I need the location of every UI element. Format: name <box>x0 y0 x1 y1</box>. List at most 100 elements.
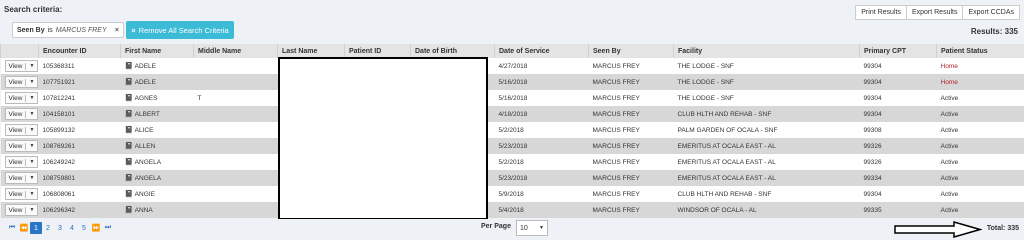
view-cell: View ▼ <box>0 202 39 218</box>
first-name-cell: 📓 ANGELA <box>120 154 194 170</box>
primary-cpt-cell: 99308 <box>859 122 937 138</box>
chip-key: Seen By <box>17 26 45 34</box>
column-header-primary-cpt[interactable]: Primary CPT <box>859 44 937 58</box>
column-header-middle-name[interactable]: Middle Name <box>193 44 278 58</box>
view-button[interactable]: View ▼ <box>4 92 39 104</box>
view-button[interactable]: View ▼ <box>4 172 39 184</box>
view-button[interactable]: View ▼ <box>4 108 39 120</box>
note-icon[interactable]: 📓 <box>125 191 134 198</box>
table-footer: ⏮ ⏪ 1 2 3 4 5 ⏩ ⏭ Per Page 10 ▼ Total: 3… <box>0 219 1024 240</box>
page-link[interactable]: 5 <box>78 222 90 234</box>
seen-by-cell: MARCUS FREY <box>588 170 674 186</box>
arrow-annotation-icon <box>894 221 982 238</box>
view-button[interactable]: View ▼ <box>4 188 39 200</box>
column-header-date-of-service[interactable]: Date of Service <box>494 44 589 58</box>
column-header-patient-id[interactable]: Patient ID <box>344 44 411 58</box>
export-results-button[interactable]: Export Results <box>905 5 964 20</box>
pagination: ⏮ ⏪ 1 2 3 4 5 ⏩ ⏭ <box>6 222 114 234</box>
first-name: ANGELA <box>134 159 162 166</box>
per-page-select[interactable]: 10 ▼ <box>516 220 548 236</box>
seen-by-cell: MARCUS FREY <box>588 154 674 170</box>
date-of-service-cell: 5/16/2018 <box>494 90 589 106</box>
column-header-patient-status[interactable]: Patient Status <box>936 44 1024 58</box>
first-name: ANGIE <box>134 191 155 198</box>
first-name: AGNES <box>134 95 158 102</box>
note-icon[interactable]: 📓 <box>125 95 134 102</box>
column-header-first-name[interactable]: First Name <box>120 44 194 58</box>
prev-page-icon[interactable]: ⏪ <box>18 222 30 234</box>
view-button[interactable]: View ▼ <box>4 204 39 216</box>
remove-all-criteria-button[interactable]: × Remove All Search Criteria <box>126 21 234 39</box>
patient-status-cell: Active <box>936 186 1024 202</box>
export-ccdas-button[interactable]: Export CCDAs <box>962 5 1020 20</box>
table-row[interactable]: View ▼ 106808061 📓 ANGIE 5/9/2018 MARCUS FREY… <box>0 186 1024 202</box>
first-page-icon[interactable]: ⏮ <box>6 222 18 234</box>
view-label: View <box>6 158 27 166</box>
note-icon[interactable]: 📓 <box>125 79 134 86</box>
print-results-button[interactable]: Print Results <box>855 5 907 20</box>
middle-name-cell <box>193 122 278 138</box>
middle-name-cell <box>193 74 278 90</box>
encounter-id-cell: 106249242 <box>38 154 121 170</box>
table-row[interactable]: View ▼ 105899132 📓 ALICE 5/2/2018 MARCUS FREY… <box>0 122 1024 138</box>
note-icon[interactable]: 📓 <box>125 143 134 150</box>
view-button[interactable]: View ▼ <box>4 60 39 72</box>
note-icon[interactable]: 📓 <box>125 111 134 118</box>
table-row[interactable]: View ▼ 107812241 📓 AGNES T 5/16/2018 MARCUS FR… <box>0 90 1024 106</box>
seen-by-cell: MARCUS FREY <box>588 90 674 106</box>
note-icon[interactable]: 📓 <box>125 159 134 166</box>
note-icon[interactable]: 📓 <box>125 207 134 214</box>
column-header-encounter-id[interactable]: Encounter ID <box>38 44 121 58</box>
table-row[interactable]: View ▼ 108769261 📓 ALLEN 5/23/2018 MARCUS FRE… <box>0 138 1024 154</box>
page-link[interactable]: 4 <box>66 222 78 234</box>
view-cell: View ▼ <box>0 58 39 74</box>
note-icon[interactable]: 📓 <box>125 175 134 182</box>
table-header-row: Encounter ID First Name Middle Name Last… <box>0 44 1024 58</box>
column-header-date-of-birth[interactable]: Date of Birth <box>410 44 495 58</box>
note-icon[interactable]: 📓 <box>125 127 134 134</box>
patient-status-cell: Active <box>936 90 1024 106</box>
patient-status-cell: Home <box>936 58 1024 74</box>
chip-value: MARCUS FREY <box>55 26 107 34</box>
view-label: View <box>6 142 27 150</box>
patient-status-cell: Home <box>936 74 1024 90</box>
facility-cell: EMERITUS AT OCALA EAST - AL <box>673 154 860 170</box>
first-name-cell: 📓 ANGIE <box>120 186 194 202</box>
page-link[interactable]: 2 <box>42 222 54 234</box>
table-row[interactable]: View ▼ 105368311 📓 ADELE 4/27/2018 MARCUS FRE… <box>0 58 1024 74</box>
next-page-icon[interactable]: ⏩ <box>90 222 102 234</box>
view-button[interactable]: View ▼ <box>4 140 39 152</box>
table-row[interactable]: View ▼ 107751921 📓 ADELE 5/16/2018 MARCUS FRE… <box>0 74 1024 90</box>
encounter-id-cell: 107812241 <box>38 90 121 106</box>
facility-cell: THE LODGE - SNF <box>673 90 860 106</box>
seen-by-cell: MARCUS FREY <box>588 74 674 90</box>
page-link-active[interactable]: 1 <box>30 222 42 234</box>
facility-cell: WINDSOR OF OCALA - AL <box>673 202 860 218</box>
remove-chip-icon[interactable]: × <box>115 27 119 34</box>
column-header-facility[interactable]: Facility <box>673 44 860 58</box>
column-header-seen-by[interactable]: Seen By <box>588 44 674 58</box>
seen-by-cell: MARCUS FREY <box>588 186 674 202</box>
chevron-down-icon: ▼ <box>29 143 35 149</box>
first-name-cell: 📓 ANGELA <box>120 170 194 186</box>
first-name-cell: 📓 AGNES <box>120 90 194 106</box>
view-button[interactable]: View ▼ <box>4 124 39 136</box>
first-name: ALLEN <box>134 143 156 150</box>
table-row[interactable]: View ▼ 108759801 📓 ANGELA 5/23/2018 MARCUS FR… <box>0 170 1024 186</box>
view-cell: View ▼ <box>0 106 39 122</box>
table-row[interactable]: View ▼ 106296342 📓 ANNA 5/4/2018 MARCUS FREY W… <box>0 202 1024 218</box>
view-button[interactable]: View ▼ <box>4 156 39 168</box>
last-page-icon[interactable]: ⏭ <box>102 222 114 234</box>
encounter-id-cell: 105899132 <box>38 122 121 138</box>
column-header-last-name[interactable]: Last Name <box>277 44 345 58</box>
facility-cell: CLUB HLTH AND REHAB - SNF <box>673 106 860 122</box>
page-link[interactable]: 3 <box>54 222 66 234</box>
table-row[interactable]: View ▼ 104158101 📓 ALBERT 4/18/2018 MARCUS FR… <box>0 106 1024 122</box>
view-button[interactable]: View ▼ <box>4 76 39 88</box>
note-icon[interactable]: 📓 <box>125 63 134 70</box>
total-count: Total: 335 <box>986 225 1019 232</box>
table-row[interactable]: View ▼ 106249242 📓 ANGELA 5/2/2018 MARCUS FRE… <box>0 154 1024 170</box>
criteria-chip-seen-by: Seen By is MARCUS FREY × <box>12 22 124 38</box>
facility-cell: THE LODGE - SNF <box>673 74 860 90</box>
facility-cell: THE LODGE - SNF <box>673 58 860 74</box>
